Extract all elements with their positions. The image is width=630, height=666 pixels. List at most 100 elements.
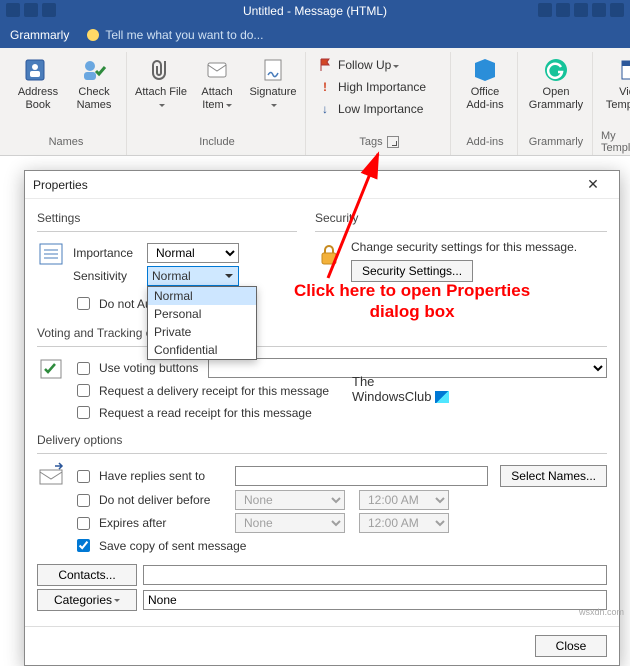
arrow-down-icon: ↓ [318, 102, 332, 116]
read-receipt-checkbox[interactable] [77, 406, 90, 419]
importance-select[interactable]: Normal [147, 243, 239, 263]
save-copy-checkbox[interactable] [77, 539, 90, 552]
security-section: Security Change security settings for th… [315, 207, 607, 316]
close-button[interactable]: Close [535, 635, 607, 657]
dialog-titlebar: Properties ✕ [25, 171, 619, 199]
deliver-date-select[interactable]: None [235, 490, 345, 510]
tell-me-search[interactable]: Tell me what you want to do... [87, 28, 263, 42]
categories-button[interactable]: Categories [37, 589, 137, 611]
expires-after-checkbox[interactable] [77, 517, 90, 530]
sensitivity-option-normal[interactable]: Normal [148, 287, 256, 305]
expires-date-select[interactable]: None [235, 513, 345, 533]
lock-icon [315, 240, 343, 268]
source-credit: wsxdn.com [579, 607, 624, 617]
window-title: Untitled - Message (HTML) [243, 4, 387, 18]
office-addins-icon [470, 56, 500, 84]
address-book-icon [23, 56, 53, 84]
do-not-deliver-before-label: Do not deliver before [99, 493, 229, 507]
attach-file-label: Attach File [135, 86, 187, 111]
low-importance-label: Low Importance [338, 102, 423, 116]
settings-heading: Settings [37, 211, 297, 225]
use-voting-buttons-checkbox[interactable] [77, 362, 90, 375]
ribbon-group-include: Attach File Attach Item Signature Includ… [129, 52, 306, 155]
sensitivity-option-personal[interactable]: Personal [148, 305, 256, 323]
attach-file-button[interactable]: Attach File [135, 52, 187, 111]
group-label-mytemplates: My Templates [601, 132, 630, 152]
tags-dialog-launcher[interactable] [387, 136, 399, 148]
qat-redo-icon[interactable] [42, 3, 56, 17]
ribbon-group-mytemplates: View Templates My Templates [595, 52, 630, 155]
contacts-input[interactable] [143, 565, 607, 585]
check-names-icon [79, 56, 109, 84]
have-replies-label: Have replies sent to [99, 469, 229, 483]
sensitivity-dropdown: Normal Personal Private Confidential [147, 286, 257, 360]
settings-section: Settings Importance Normal Sensitivity N… [37, 207, 297, 316]
have-replies-input[interactable] [235, 466, 488, 486]
tell-me-placeholder: Tell me what you want to do... [105, 28, 263, 42]
importance-label: Importance [73, 246, 141, 260]
qat-icon-2[interactable] [556, 3, 570, 17]
sensitivity-option-confidential[interactable]: Confidential [148, 341, 256, 359]
sensitivity-label: Sensitivity [73, 269, 141, 283]
security-text: Change security settings for this messag… [351, 240, 607, 254]
view-templates-button[interactable]: View Templates [601, 52, 630, 111]
address-book-label: Address Book [12, 86, 64, 111]
sensitivity-select[interactable]: Normal Normal Personal Private Confident… [147, 266, 239, 286]
contacts-button[interactable]: Contacts... [37, 564, 137, 586]
do-not-autoarchive-checkbox[interactable] [77, 297, 90, 310]
check-names-button[interactable]: Check Names [68, 52, 120, 111]
dialog-title: Properties [33, 178, 88, 192]
do-not-deliver-before-checkbox[interactable] [77, 494, 90, 507]
open-grammarly-button[interactable]: Open Grammarly [526, 52, 586, 111]
ribbon: Address Book Check Names Names Attach Fi… [0, 48, 630, 156]
follow-up-button[interactable]: Follow Up [314, 56, 444, 74]
voting-buttons-select[interactable] [208, 358, 607, 378]
sensitivity-option-private[interactable]: Private [148, 323, 256, 341]
tab-grammarly[interactable]: Grammarly [10, 28, 69, 42]
expires-after-label: Expires after [99, 516, 229, 530]
view-templates-label: View Templates [601, 86, 630, 111]
follow-up-label: Follow Up [338, 58, 399, 72]
read-receipt-label: Request a read receipt for this message [99, 406, 312, 420]
delivery-heading: Delivery options [37, 433, 607, 447]
office-addins-button[interactable]: Office Add-ins [459, 52, 511, 111]
group-label-include: Include [199, 132, 234, 152]
ribbon-group-names: Address Book Check Names Names [6, 52, 127, 155]
high-importance-label: High Importance [338, 80, 426, 94]
templates-icon [616, 56, 630, 84]
qat-icon-5[interactable] [610, 3, 624, 17]
address-book-button[interactable]: Address Book [12, 52, 64, 111]
window-titlebar: Untitled - Message (HTML) [0, 0, 630, 22]
low-importance-button[interactable]: ↓ Low Importance [314, 100, 444, 118]
signature-button[interactable]: Signature [247, 52, 299, 111]
select-names-button[interactable]: Select Names... [500, 465, 607, 487]
dialog-close-button[interactable]: ✕ [575, 176, 611, 193]
qat-icon-3[interactable] [574, 3, 588, 17]
attach-item-label: Attach Item [191, 86, 243, 111]
use-voting-buttons-label: Use voting buttons [99, 361, 198, 375]
ribbon-tabstrip: Grammarly Tell me what you want to do... [0, 22, 630, 48]
qat-undo-icon[interactable] [24, 3, 38, 17]
delivery-icon [37, 462, 65, 490]
ribbon-group-tags: Follow Up ! High Importance ↓ Low Import… [308, 52, 451, 155]
group-label-addins: Add-ins [466, 132, 503, 152]
save-copy-label: Save copy of sent message [99, 539, 246, 553]
have-replies-checkbox[interactable] [77, 470, 90, 483]
qat-icon-4[interactable] [592, 3, 606, 17]
ribbon-group-addins: Office Add-ins Add-ins [453, 52, 518, 155]
flag-icon [318, 58, 332, 72]
attach-item-button[interactable]: Attach Item [191, 52, 243, 111]
qat-icon-1[interactable] [538, 3, 552, 17]
high-importance-button[interactable]: ! High Importance [314, 78, 444, 96]
delivery-receipt-checkbox[interactable] [77, 384, 90, 397]
categories-input[interactable] [143, 590, 607, 610]
settings-icon [37, 240, 65, 268]
security-settings-button[interactable]: Security Settings... [351, 260, 473, 282]
signature-icon [258, 56, 288, 84]
expires-time-select[interactable]: 12:00 AM [359, 513, 449, 533]
voting-icon [37, 355, 65, 383]
deliver-time-select[interactable]: 12:00 AM [359, 490, 449, 510]
qat-save-icon[interactable] [6, 3, 20, 17]
group-label-tags: Tags [359, 132, 398, 152]
group-label-names: Names [49, 132, 84, 152]
